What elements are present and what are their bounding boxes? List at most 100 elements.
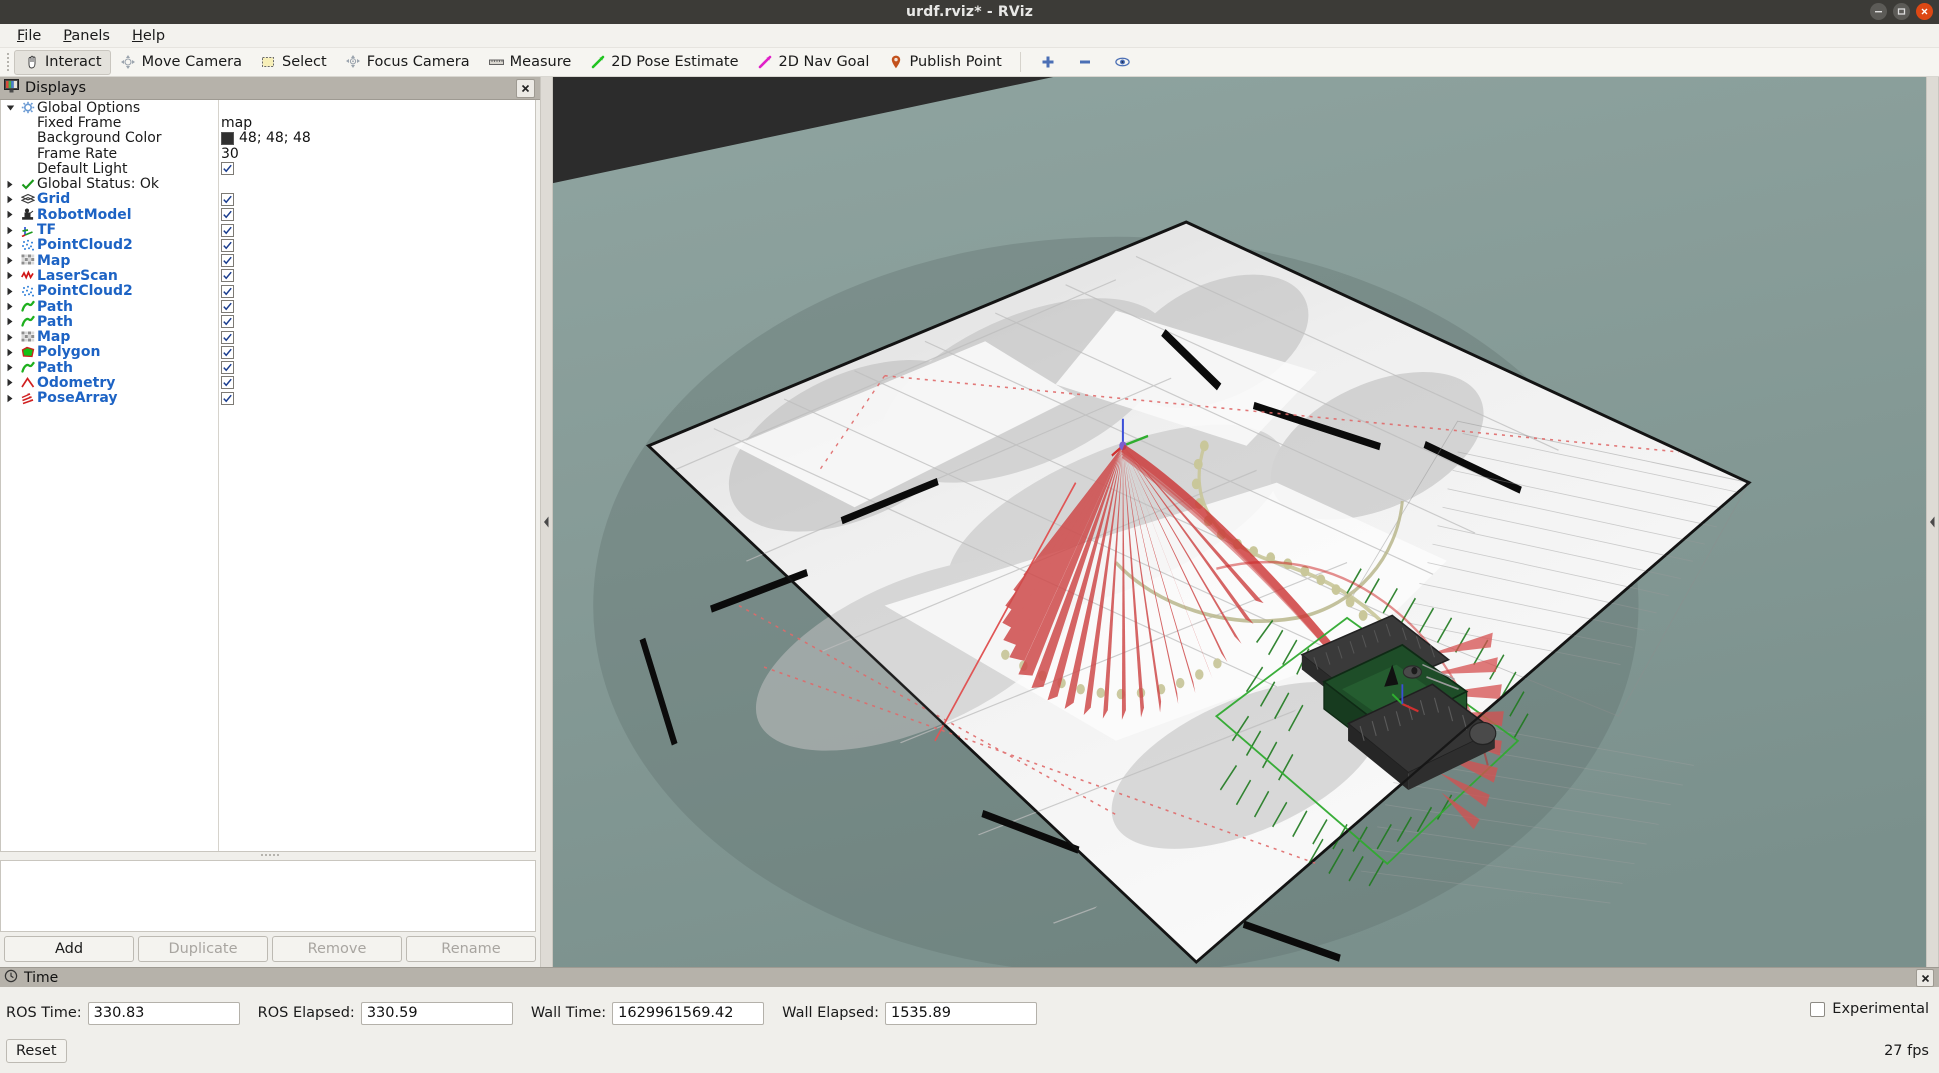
- menu-panels[interactable]: Panels: [54, 26, 119, 46]
- tree-row-map[interactable]: Map: [1, 329, 535, 344]
- minimize-button[interactable]: [1870, 3, 1887, 20]
- tree-row-default-light[interactable]: Default Light: [1, 161, 535, 176]
- chevron-right-icon[interactable]: [1, 210, 19, 219]
- checkbox[interactable]: [221, 300, 234, 313]
- menu-file[interactable]: File: [8, 26, 50, 46]
- tree-row-global-options[interactable]: Global Options: [1, 100, 535, 115]
- chevron-right-icon[interactable]: [1, 302, 19, 311]
- ros-time-field[interactable]: 330.83: [88, 1002, 240, 1025]
- chevron-right-icon[interactable]: [1, 287, 19, 296]
- tree-row-path[interactable]: Path: [1, 314, 535, 329]
- displays-panel-close-button[interactable]: [516, 79, 535, 98]
- color-swatch[interactable]: [221, 132, 234, 145]
- tree-row-value[interactable]: 48; 48; 48: [221, 130, 311, 146]
- checkbox[interactable]: [221, 239, 234, 252]
- checkbox[interactable]: [221, 224, 234, 237]
- tree-row-odometry[interactable]: Odometry: [1, 375, 535, 390]
- tree-row-value[interactable]: [221, 269, 234, 282]
- chevron-down-icon[interactable]: [1, 104, 19, 112]
- tool-2d-pose-estimate[interactable]: 2D Pose Estimate: [580, 50, 747, 75]
- checkbox[interactable]: [221, 331, 234, 344]
- tool-publish-point[interactable]: Publish Point: [878, 50, 1010, 75]
- tree-row-map[interactable]: Map: [1, 253, 535, 268]
- chevron-right-icon[interactable]: [1, 180, 19, 189]
- tree-row-value[interactable]: [221, 162, 234, 175]
- panel-splitter[interactable]: [0, 852, 540, 857]
- tree-row-laserscan[interactable]: LaserScan: [1, 268, 535, 283]
- chevron-right-icon[interactable]: [1, 363, 19, 372]
- tree-row-fixed-frame[interactable]: Fixed Framemap: [1, 115, 535, 130]
- close-button[interactable]: [1916, 3, 1933, 20]
- add-tool-button[interactable]: [1030, 50, 1067, 75]
- tool-select[interactable]: Select: [251, 50, 336, 75]
- tree-row-value[interactable]: [221, 208, 234, 221]
- tree-row-value[interactable]: map: [221, 115, 252, 131]
- checkbox[interactable]: [221, 315, 234, 328]
- chevron-right-icon[interactable]: [1, 195, 19, 204]
- add-display-button[interactable]: Add: [4, 936, 134, 962]
- chevron-right-icon[interactable]: [1, 256, 19, 265]
- tree-row-value[interactable]: 30: [221, 146, 239, 162]
- tree-row-posearray[interactable]: PoseArray: [1, 391, 535, 406]
- duplicate-display-button[interactable]: Duplicate: [138, 936, 268, 962]
- tree-row-global-status-ok[interactable]: Global Status: Ok: [1, 176, 535, 191]
- tree-row-value[interactable]: [221, 361, 234, 374]
- tree-row-frame-rate[interactable]: Frame Rate30: [1, 146, 535, 161]
- tree-row-pointcloud2[interactable]: PointCloud2: [1, 238, 535, 253]
- chevron-right-icon[interactable]: [1, 317, 19, 326]
- tree-row-value[interactable]: [221, 193, 234, 206]
- tree-row-value[interactable]: [221, 376, 234, 389]
- toolbar-grip[interactable]: [4, 52, 12, 72]
- checkbox[interactable]: [221, 162, 234, 175]
- checkbox[interactable]: [221, 376, 234, 389]
- checkbox[interactable]: [221, 193, 234, 206]
- chevron-right-icon[interactable]: [1, 348, 19, 357]
- render-viewport-3d[interactable]: [553, 77, 1926, 967]
- tree-row-value[interactable]: [221, 331, 234, 344]
- maximize-button[interactable]: [1893, 3, 1910, 20]
- tool-move-camera[interactable]: Move Camera: [111, 50, 251, 75]
- collapse-right-handle[interactable]: [1926, 77, 1939, 967]
- checkbox[interactable]: [221, 392, 234, 405]
- checkbox[interactable]: [221, 269, 234, 282]
- time-panel-close-button[interactable]: [1916, 969, 1934, 987]
- chevron-right-icon[interactable]: [1, 333, 19, 342]
- chevron-right-icon[interactable]: [1, 394, 19, 403]
- remove-display-button[interactable]: Remove: [272, 936, 402, 962]
- experimental-checkbox[interactable]: [1810, 1002, 1825, 1017]
- tree-row-background-color[interactable]: Background Color48; 48; 48: [1, 131, 535, 146]
- tool-properties-button[interactable]: [1104, 50, 1141, 75]
- experimental-group[interactable]: Experimental: [1810, 1001, 1929, 1017]
- checkbox[interactable]: [221, 285, 234, 298]
- wall-time-field[interactable]: 1629961569.42: [612, 1002, 764, 1025]
- tool-measure[interactable]: Measure: [479, 50, 581, 75]
- chevron-right-icon[interactable]: [1, 241, 19, 250]
- collapse-left-handle[interactable]: [540, 77, 553, 967]
- tree-row-value[interactable]: [221, 254, 234, 267]
- displays-tree[interactable]: Global OptionsFixed FramemapBackground C…: [0, 100, 536, 852]
- chevron-right-icon[interactable]: [1, 378, 19, 387]
- tree-row-tf[interactable]: TF: [1, 222, 535, 237]
- tree-row-robotmodel[interactable]: RobotModel: [1, 207, 535, 222]
- tool-focus-camera[interactable]: Focus Camera: [336, 50, 479, 75]
- tree-row-value[interactable]: [221, 239, 234, 252]
- checkbox[interactable]: [221, 254, 234, 267]
- chevron-right-icon[interactable]: [1, 271, 19, 280]
- tool-2d-nav-goal[interactable]: 2D Nav Goal: [748, 50, 879, 75]
- tree-row-value[interactable]: [221, 315, 234, 328]
- checkbox[interactable]: [221, 361, 234, 374]
- ros-elapsed-field[interactable]: 330.59: [361, 1002, 513, 1025]
- tree-row-path[interactable]: Path: [1, 299, 535, 314]
- tree-row-polygon[interactable]: Polygon: [1, 345, 535, 360]
- tree-row-pointcloud2[interactable]: PointCloud2: [1, 284, 535, 299]
- tree-row-value[interactable]: [221, 392, 234, 405]
- tree-row-grid[interactable]: Grid: [1, 192, 535, 207]
- tree-row-value[interactable]: [221, 224, 234, 237]
- rename-display-button[interactable]: Rename: [406, 936, 536, 962]
- tree-row-value[interactable]: [221, 300, 234, 313]
- tree-row-value[interactable]: [221, 346, 234, 359]
- reset-button[interactable]: Reset: [6, 1039, 67, 1063]
- checkbox[interactable]: [221, 208, 234, 221]
- tree-row-path[interactable]: Path: [1, 360, 535, 375]
- checkbox[interactable]: [221, 346, 234, 359]
